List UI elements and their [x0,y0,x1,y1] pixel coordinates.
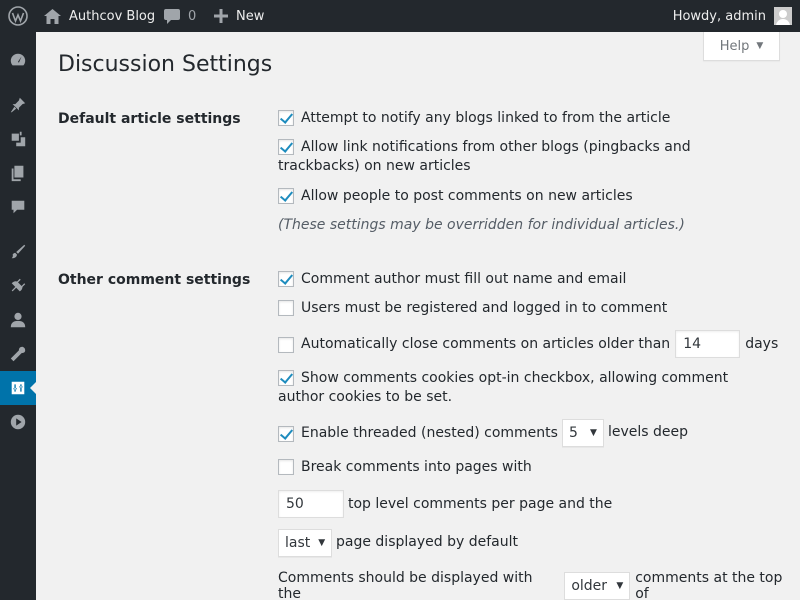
plus-icon [214,9,228,23]
collapse-menu-icon[interactable] [0,405,36,439]
site-name-label: Authcov Blog [69,8,156,24]
dropdown-arrow-icon: ▼ [590,428,597,438]
option-label: Break comments into pages with [301,459,532,475]
option-default-page: last ▼ page displayed by default [278,529,518,557]
cookies-opt-in-checkbox[interactable] [278,370,294,386]
link-notifications-checkbox[interactable] [278,139,294,155]
account-greeting: Howdy, admin [672,8,766,24]
home-icon [44,8,61,24]
option-threaded-comments: Enable threaded (nested) comments 5 ▼ le… [278,419,688,447]
comment-bubble-icon [164,8,180,24]
option-label: Automatically close comments on articles… [301,336,671,352]
order-suffix: comments at the top of [635,570,783,600]
comment-order-value: older [571,578,608,594]
option-label: Enable threaded (nested) comments [301,425,558,441]
default-page-suffix: page displayed by default [336,534,518,550]
other-comment-settings-label: Other comment settings [58,272,251,288]
thread-depth-select[interactable]: 5 ▼ [561,419,604,447]
auto-close-checkbox[interactable] [278,336,294,353]
override-note: (These settings may be overridden for in… [278,217,685,233]
help-button[interactable]: Help ▼ [703,32,780,61]
option-registration-required: Users must be registered and logged in t… [278,299,758,318]
option-notify-linked-blogs: Attempt to notify any blogs linked to fr… [278,109,758,128]
default-comments-page-select[interactable]: last ▼ [278,529,332,557]
option-label: Comment author must fill out name and em… [301,271,627,287]
plugins-icon[interactable] [0,269,36,303]
comments-per-page-input[interactable]: 50 [278,490,344,518]
admin-sidebar [0,32,36,600]
users-icon[interactable] [0,303,36,337]
default-article-settings-label: Default article settings [58,111,241,127]
media-icon[interactable] [0,122,36,156]
comments-icon[interactable] [0,190,36,224]
notify-linked-blogs-checkbox[interactable] [278,110,294,126]
option-label: Allow people to post comments on new art… [301,188,633,204]
new-label: New [236,8,265,24]
page-title: Discussion Settings [58,52,273,77]
option-allow-comments: Allow people to post comments on new art… [278,187,758,206]
depth-suffix: levels deep [607,423,688,440]
order-prefix: Comments should be displayed with the [278,570,533,600]
pages-icon[interactable] [0,156,36,190]
require-name-email-checkbox[interactable] [278,271,294,287]
option-per-page: 50 top level comments per page and the [278,490,612,518]
caret-down-icon: ▼ [756,41,764,51]
dropdown-arrow-icon: ▼ [318,538,326,548]
close-days-input[interactable]: 14 [675,330,741,358]
tools-wrench-icon[interactable] [0,337,36,371]
settings-icon[interactable] [0,371,36,405]
option-label: Show comments cookies opt-in checkbox, a… [278,370,729,405]
wordpress-logo-icon[interactable] [0,0,36,32]
option-link-notifications: Allow link notifications from other blog… [278,138,758,176]
option-label: Attempt to notify any blogs linked to fr… [301,110,671,126]
option-require-name-email: Comment author must fill out name and em… [278,270,758,289]
dashboard-icon[interactable] [0,43,36,77]
comments-link[interactable]: 0 [164,0,196,32]
thread-depth-value: 5 [568,425,578,441]
option-label: Users must be registered and logged in t… [301,300,668,316]
comments-count: 0 [188,8,197,24]
threaded-comments-checkbox[interactable] [278,425,294,442]
admin-bar: Authcov Blog 0 New Howdy, admin [0,0,800,32]
comment-order-select[interactable]: older ▼ [564,572,631,600]
my-account-link[interactable]: Howdy, admin [673,0,792,32]
registration-required-checkbox[interactable] [278,300,294,316]
option-cookies-opt-in: Show comments cookies opt-in checkbox, a… [278,369,768,407]
dropdown-arrow-icon: ▼ [616,581,624,591]
new-content-link[interactable]: New [214,0,264,32]
posts-pin-icon[interactable] [0,88,36,122]
site-name-link[interactable]: Authcov Blog [44,0,155,32]
avatar [774,7,792,25]
allow-comments-checkbox[interactable] [278,188,294,204]
default-page-value: last [285,535,311,551]
appearance-brush-icon[interactable] [0,235,36,269]
per-page-suffix: top level comments per page and the [348,496,613,512]
option-label: Allow link notifications from other blog… [278,139,691,174]
option-auto-close: Automatically close comments on articles… [278,330,778,358]
paginate-comments-checkbox[interactable] [278,459,294,475]
days-suffix: days [745,336,779,352]
option-paginate-comments: Break comments into pages with [278,458,758,477]
help-label: Help [719,38,750,54]
option-comment-order: Comments should be displayed with the ol… [278,570,800,600]
